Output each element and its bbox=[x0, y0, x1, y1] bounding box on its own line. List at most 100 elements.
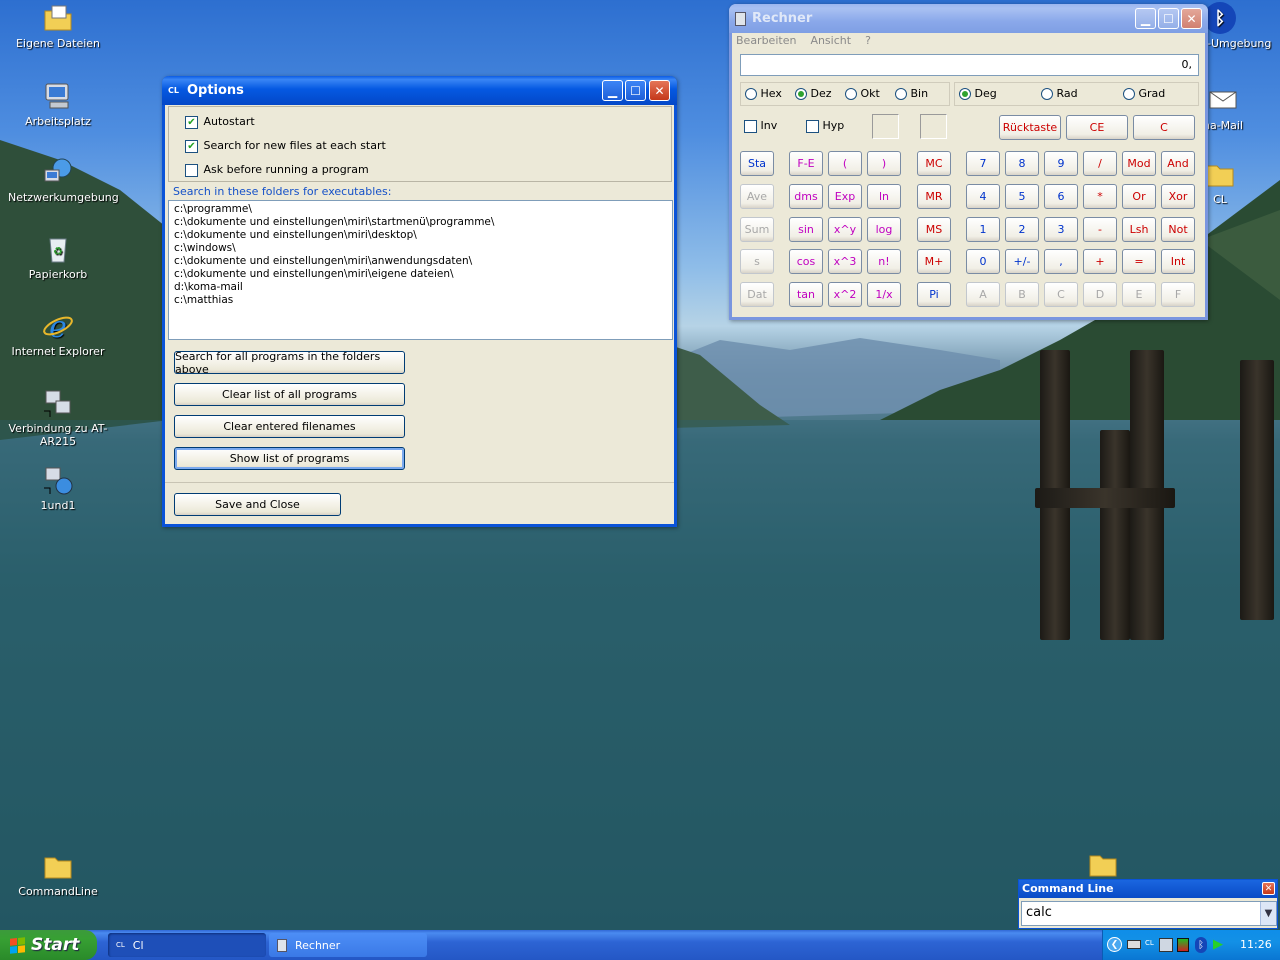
menu-ansicht[interactable]: Ansicht bbox=[810, 34, 851, 47]
radio-deg[interactable]: Deg bbox=[959, 87, 997, 100]
desktop-icon-netzwerkumgebung[interactable]: Netzwerkumgebung bbox=[8, 156, 119, 204]
minimize-button[interactable]: ▁ bbox=[1135, 8, 1156, 29]
command-input[interactable]: calc ▼ bbox=[1021, 901, 1277, 926]
ln-button[interactable]: ln bbox=[867, 184, 901, 209]
exp-button[interactable]: Exp bbox=[828, 184, 862, 209]
sta-button[interactable]: Sta bbox=[740, 151, 774, 176]
close-paren-button[interactable]: ) bbox=[867, 151, 901, 176]
inv-checkbox-row[interactable]: Inv bbox=[744, 119, 777, 133]
close-button[interactable]: ✕ bbox=[1181, 8, 1202, 29]
close-icon[interactable]: ✕ bbox=[1262, 882, 1275, 895]
radio-hex[interactable]: Hex bbox=[745, 87, 782, 100]
desktop-icon-mail[interactable]: na-Mail bbox=[1203, 84, 1280, 132]
key-f[interactable]: F bbox=[1161, 282, 1195, 307]
desktop-icon-internet-explorer[interactable]: e Internet Explorer bbox=[8, 310, 108, 358]
key-comma[interactable]: , bbox=[1044, 249, 1078, 274]
key-or[interactable]: Or bbox=[1122, 184, 1156, 209]
desktop-icon-papierkorb[interactable]: ♻ Papierkorb bbox=[8, 233, 108, 281]
maximize-button[interactable]: ☐ bbox=[625, 80, 646, 101]
key-e[interactable]: E bbox=[1122, 282, 1156, 307]
m-plus-button[interactable]: M+ bbox=[917, 249, 951, 274]
hyp-checkbox-row[interactable]: Hyp bbox=[806, 119, 844, 133]
desktop-icon-umgebung[interactable]: ᛒ n-Umgebung bbox=[1200, 2, 1280, 50]
key-equals[interactable]: = bbox=[1122, 249, 1156, 274]
backspace-button[interactable]: Rücktaste bbox=[999, 115, 1061, 140]
x-pow-y-button[interactable]: x^y bbox=[828, 217, 862, 242]
monitor-tray-icon[interactable] bbox=[1177, 938, 1189, 952]
folders-textarea[interactable]: c:\programme\ c:\dokumente und einstellu… bbox=[168, 200, 673, 340]
key-and[interactable]: And bbox=[1161, 151, 1195, 176]
ms-button[interactable]: MS bbox=[917, 217, 951, 242]
fe-button[interactable]: F-E bbox=[789, 151, 823, 176]
close-button[interactable]: ✕ bbox=[649, 80, 670, 101]
key-d[interactable]: D bbox=[1083, 282, 1117, 307]
task-rechner[interactable]: Rechner bbox=[269, 933, 427, 957]
radio-rad[interactable]: Rad bbox=[1041, 87, 1078, 100]
clear-list-button[interactable]: Clear list of all programs bbox=[174, 383, 405, 406]
task-cl[interactable]: CL Cl bbox=[108, 933, 266, 957]
log-button[interactable]: log bbox=[867, 217, 901, 242]
desktop-icon-commandline[interactable]: CommandLine bbox=[8, 850, 108, 898]
clear-button[interactable]: C bbox=[1133, 115, 1195, 140]
dms-button[interactable]: dms bbox=[789, 184, 823, 209]
radio-okt[interactable]: Okt bbox=[845, 87, 880, 100]
search-new-files-checkbox[interactable]: ✔ bbox=[185, 139, 198, 153]
mr-button[interactable]: MR bbox=[917, 184, 951, 209]
key-5[interactable]: 5 bbox=[1005, 184, 1039, 209]
tan-button[interactable]: tan bbox=[789, 282, 823, 307]
hyp-checkbox[interactable] bbox=[806, 119, 819, 133]
desktop-icon-verbindung[interactable]: Verbindung zu AT-AR215 bbox=[8, 387, 108, 448]
key-4[interactable]: 4 bbox=[966, 184, 1000, 209]
key-3[interactable]: 3 bbox=[1044, 217, 1078, 242]
options-titlebar[interactable]: CL Options ▁ ☐ ✕ bbox=[162, 76, 677, 105]
desktop-icon-eigene-dateien[interactable]: Eigene Dateien bbox=[8, 2, 108, 50]
key-0[interactable]: 0 bbox=[966, 249, 1000, 274]
keyboard-icon[interactable] bbox=[1127, 940, 1141, 949]
open-paren-button[interactable]: ( bbox=[828, 151, 862, 176]
ask-before-running-checkbox[interactable] bbox=[185, 163, 198, 177]
show-list-button[interactable]: Show list of programs bbox=[174, 447, 405, 470]
reciprocal-button[interactable]: 1/x bbox=[867, 282, 901, 307]
minimize-button[interactable]: ▁ bbox=[602, 80, 623, 101]
sin-button[interactable]: sin bbox=[789, 217, 823, 242]
dat-button[interactable]: Dat bbox=[740, 282, 774, 307]
radio-bin[interactable]: Bin bbox=[895, 87, 928, 100]
desktop-icon-1und1[interactable]: 1und1 bbox=[8, 464, 108, 512]
dropdown-arrow-icon[interactable]: ▼ bbox=[1260, 902, 1276, 925]
search-new-files-checkbox-row[interactable]: ✔ Search for new files at each start bbox=[185, 139, 386, 153]
bluetooth-tray-icon[interactable]: ᛒ bbox=[1195, 937, 1207, 953]
inv-checkbox[interactable] bbox=[744, 119, 757, 133]
key-c[interactable]: C bbox=[1044, 282, 1078, 307]
s-button[interactable]: s bbox=[740, 249, 774, 274]
ask-before-running-checkbox-row[interactable]: Ask before running a program bbox=[185, 163, 369, 177]
key-7[interactable]: 7 bbox=[966, 151, 1000, 176]
desktop-icon-arbeitsplatz[interactable]: Arbeitsplatz bbox=[8, 80, 108, 128]
ave-button[interactable]: Ave bbox=[740, 184, 774, 209]
play-tray-icon[interactable]: ▶ bbox=[1213, 937, 1223, 952]
key-2[interactable]: 2 bbox=[1005, 217, 1039, 242]
key-1[interactable]: 1 bbox=[966, 217, 1000, 242]
key-lsh[interactable]: Lsh bbox=[1122, 217, 1156, 242]
cl-tray-icon[interactable]: CL bbox=[1145, 939, 1154, 947]
folder-icon[interactable] bbox=[1088, 850, 1118, 878]
search-all-programs-button[interactable]: Search for all programs in the folders a… bbox=[174, 350, 405, 376]
key-a[interactable]: A bbox=[966, 282, 1000, 307]
key-b[interactable]: B bbox=[1005, 282, 1039, 307]
key-8[interactable]: 8 bbox=[1005, 151, 1039, 176]
x-squared-button[interactable]: x^2 bbox=[828, 282, 862, 307]
menu-help[interactable]: ? bbox=[865, 34, 871, 47]
key-int[interactable]: Int bbox=[1161, 249, 1195, 274]
key-9[interactable]: 9 bbox=[1044, 151, 1078, 176]
mc-button[interactable]: MC bbox=[917, 151, 951, 176]
key-mod[interactable]: Mod bbox=[1122, 151, 1156, 176]
cos-button[interactable]: cos bbox=[789, 249, 823, 274]
tray-expand-icon[interactable]: ❮ bbox=[1107, 937, 1122, 952]
x-cubed-button[interactable]: x^3 bbox=[828, 249, 862, 274]
key-minus[interactable]: - bbox=[1083, 217, 1117, 242]
maximize-button[interactable]: ☐ bbox=[1158, 8, 1179, 29]
key-sign[interactable]: +/- bbox=[1005, 249, 1039, 274]
calculator-titlebar[interactable]: Rechner ▁ ☐ ✕ bbox=[729, 4, 1208, 33]
pi-button[interactable]: Pi bbox=[917, 282, 951, 307]
key-xor[interactable]: Xor bbox=[1161, 184, 1195, 209]
menu-bearbeiten[interactable]: Bearbeiten bbox=[736, 34, 796, 47]
